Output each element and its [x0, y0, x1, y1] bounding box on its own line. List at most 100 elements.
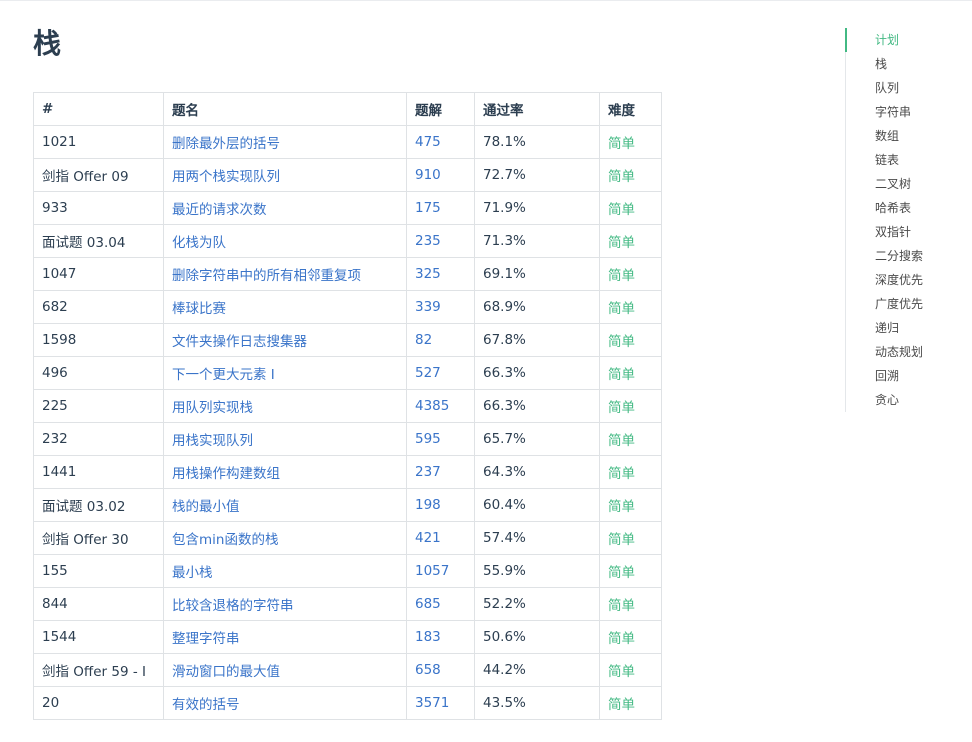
difficulty-link[interactable]: 简单 [608, 136, 635, 152]
difficulty-link[interactable]: 简单 [608, 664, 635, 680]
solutions-link[interactable]: 339 [415, 299, 441, 315]
acceptance-rate: 52.2% [474, 587, 600, 621]
difficulty-cell: 简单 [599, 290, 662, 324]
difficulty-cell: 简单 [599, 653, 662, 687]
problem-title-link[interactable]: 删除最外层的括号 [172, 136, 280, 152]
table-row: 1021 删除最外层的括号 475 78.1% 简单 [33, 125, 662, 159]
difficulty-link[interactable]: 简单 [608, 400, 635, 416]
difficulty-link[interactable]: 简单 [608, 598, 635, 614]
problem-id: 225 [33, 389, 164, 423]
solutions-link[interactable]: 183 [415, 629, 441, 645]
toc-item[interactable]: 递归 [846, 316, 965, 340]
toc-item[interactable]: 二分搜索 [846, 244, 965, 268]
problem-title-cell: 用栈操作构建数组 [163, 455, 407, 489]
problem-title-link[interactable]: 栈的最小值 [172, 499, 240, 515]
problem-title-link[interactable]: 包含min函数的栈 [172, 532, 278, 548]
toc-item[interactable]: 队列 [846, 76, 965, 100]
difficulty-link[interactable]: 简单 [608, 235, 635, 251]
toc-item[interactable]: 数组 [846, 124, 965, 148]
table-row: 剑指 Offer 09 用两个栈实现队列 910 72.7% 简单 [33, 158, 662, 192]
acceptance-rate: 67.8% [474, 323, 600, 357]
page: 栈 # 题名 题解 通过率 难度 1021 删除最外层的括号 475 78.1% 简单剑… [0, 0, 972, 742]
difficulty-link[interactable]: 简单 [608, 367, 635, 383]
problem-title-link[interactable]: 棒球比赛 [172, 301, 226, 317]
difficulty-link[interactable]: 简单 [608, 301, 635, 317]
toc-item[interactable]: 深度优先 [846, 268, 965, 292]
toc-item[interactable]: 动态规划 [846, 340, 965, 364]
problem-id: 844 [33, 587, 164, 621]
solutions-link[interactable]: 3571 [415, 695, 449, 711]
problem-id: 496 [33, 356, 164, 390]
problem-title-link[interactable]: 文件夹操作日志搜集器 [172, 334, 307, 350]
solutions-link[interactable]: 237 [415, 464, 441, 480]
difficulty-link[interactable]: 简单 [608, 565, 635, 581]
solutions-link[interactable]: 325 [415, 266, 441, 282]
solutions-cell: 339 [406, 290, 475, 324]
solutions-link[interactable]: 82 [415, 332, 432, 348]
problem-title-link[interactable]: 化栈为队 [172, 235, 226, 251]
solutions-link[interactable]: 910 [415, 167, 441, 183]
toc-item[interactable]: 广度优先 [846, 292, 965, 316]
problem-title-link[interactable]: 下一个更大元素 I [172, 367, 275, 383]
difficulty-link[interactable]: 简单 [608, 334, 635, 350]
difficulty-cell: 简单 [599, 389, 662, 423]
difficulty-link[interactable]: 简单 [608, 532, 635, 548]
solutions-link[interactable]: 175 [415, 200, 441, 216]
toc-item[interactable]: 双指针 [846, 220, 965, 244]
difficulty-cell: 简单 [599, 191, 662, 225]
solutions-cell: 183 [406, 620, 475, 654]
toc-item[interactable]: 贪心 [846, 388, 965, 412]
problem-title-link[interactable]: 用栈实现队列 [172, 433, 253, 449]
problem-title-link[interactable]: 滑动窗口的最大值 [172, 664, 280, 680]
table-row: 面试题 03.04 化栈为队 235 71.3% 简单 [33, 224, 662, 258]
solutions-link[interactable]: 685 [415, 596, 441, 612]
difficulty-link[interactable]: 简单 [608, 697, 635, 713]
difficulty-link[interactable]: 简单 [608, 631, 635, 647]
difficulty-link[interactable]: 简单 [608, 499, 635, 515]
acceptance-rate: 50.6% [474, 620, 600, 654]
toc-item[interactable]: 字符串 [846, 100, 965, 124]
problem-title-cell: 文件夹操作日志搜集器 [163, 323, 407, 357]
difficulty-link[interactable]: 简单 [608, 268, 635, 284]
problem-title-link[interactable]: 用两个栈实现队列 [172, 169, 280, 185]
table-of-contents: 计划栈队列 字符串 数组 链表 二叉树 哈希表 双指针 二分搜索 深度优先 广度优先 递归 动态规划回… [845, 28, 965, 412]
solutions-link[interactable]: 527 [415, 365, 441, 381]
acceptance-rate: 71.3% [474, 224, 600, 258]
toc-item[interactable]: 二叉树 [846, 172, 965, 196]
problem-title-link[interactable]: 比较含退格的字符串 [172, 598, 294, 614]
solutions-link[interactable]: 658 [415, 662, 441, 678]
solutions-link[interactable]: 421 [415, 530, 441, 546]
difficulty-link[interactable]: 简单 [608, 433, 635, 449]
problem-title-link[interactable]: 删除字符串中的所有相邻重复项 [172, 268, 361, 284]
difficulty-link[interactable]: 简单 [608, 169, 635, 185]
toc-item[interactable]: 回溯 [846, 364, 965, 388]
acceptance-rate: 78.1% [474, 125, 600, 159]
difficulty-link[interactable]: 简单 [608, 202, 635, 218]
solutions-link[interactable]: 235 [415, 233, 441, 249]
problem-title-link[interactable]: 用栈操作构建数组 [172, 466, 280, 482]
table-row: 剑指 Offer 30 包含min函数的栈 421 57.4% 简单 [33, 521, 662, 555]
problem-title-cell: 最小栈 [163, 554, 407, 588]
acceptance-rate: 68.9% [474, 290, 600, 324]
problem-title-link[interactable]: 最近的请求次数 [172, 202, 267, 218]
difficulty-cell: 简单 [599, 356, 662, 390]
problem-title-cell: 下一个更大元素 I [163, 356, 407, 390]
problem-title-link[interactable]: 用队列实现栈 [172, 400, 253, 416]
difficulty-cell: 简单 [599, 554, 662, 588]
table-row: 225 用队列实现栈 4385 66.3% 简单 [33, 389, 662, 423]
toc-item[interactable]: 栈 [846, 52, 965, 76]
solutions-link[interactable]: 4385 [415, 398, 449, 414]
toc-item[interactable]: 链表 [846, 148, 965, 172]
difficulty-link[interactable]: 简单 [608, 466, 635, 482]
solutions-link[interactable]: 475 [415, 134, 441, 150]
problem-title-link[interactable]: 最小栈 [172, 565, 213, 581]
difficulty-cell: 简单 [599, 587, 662, 621]
solutions-link[interactable]: 198 [415, 497, 441, 513]
toc-item[interactable]: 哈希表 [846, 196, 965, 220]
toc-item[interactable]: 计划 [845, 28, 965, 52]
problem-title-link[interactable]: 整理字符串 [172, 631, 240, 647]
header-solutions: 题解 [406, 92, 475, 126]
solutions-link[interactable]: 1057 [415, 563, 449, 579]
solutions-link[interactable]: 595 [415, 431, 441, 447]
problem-title-link[interactable]: 有效的括号 [172, 697, 240, 713]
